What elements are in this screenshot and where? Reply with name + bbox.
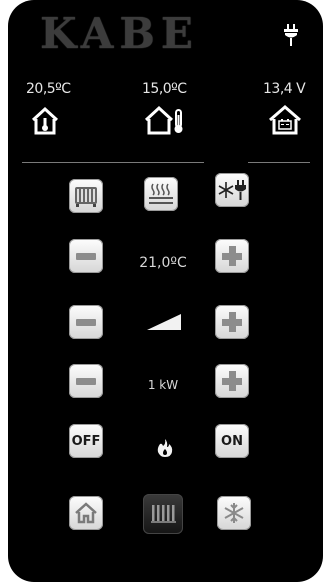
radiator-icon <box>75 187 97 207</box>
heater-nav-button[interactable] <box>143 494 183 534</box>
fan-increase-button[interactable] <box>215 305 249 339</box>
kabe-logo: KABE <box>40 9 199 58</box>
outdoor-temp: 15,0ºC <box>142 81 187 97</box>
off-label: OFF <box>71 433 101 449</box>
indoor-temp: 20,5ºC <box>26 81 71 97</box>
house-thermometer-icon <box>31 106 59 135</box>
plus-icon <box>222 246 242 266</box>
on-button[interactable]: ON <box>215 424 249 458</box>
temp-decrease-button[interactable] <box>69 239 103 273</box>
plus-icon <box>222 312 242 332</box>
home-nav-button[interactable] <box>69 496 103 530</box>
battery-voltage: 13,4 V <box>263 81 306 97</box>
fan-ramp-icon <box>147 314 181 330</box>
home-icon <box>75 502 97 524</box>
house-outdoor-thermometer-icon <box>144 105 183 135</box>
on-label: ON <box>221 433 243 449</box>
power-decrease-button[interactable] <box>69 364 103 398</box>
divider-left <box>22 162 204 163</box>
heater-mode-button[interactable] <box>69 179 103 213</box>
fan-decrease-button[interactable] <box>69 305 103 339</box>
floor-heating-icon <box>149 183 173 204</box>
off-button[interactable]: OFF <box>69 424 103 458</box>
cooling-nav-button[interactable] <box>217 496 251 530</box>
control-panel: KABE 20,5ºC 15,0ºC 13,4 V 21,0ºC 1 kW OF… <box>8 0 323 582</box>
flame-icon <box>157 439 173 457</box>
minus-icon <box>76 318 96 326</box>
plus-icon <box>222 371 242 391</box>
temp-setpoint: 21,0ºC <box>139 255 187 271</box>
power-increase-button[interactable] <box>215 364 249 398</box>
temp-increase-button[interactable] <box>215 239 249 273</box>
floor-heating-button[interactable] <box>144 177 178 211</box>
minus-icon <box>76 377 96 385</box>
radiator-nav-icon <box>151 505 176 523</box>
plug-icon <box>284 24 298 46</box>
minus-icon <box>76 252 96 260</box>
divider-right <box>248 162 310 163</box>
power-level: 1 kW <box>147 378 179 392</box>
snowflake-plug-icon <box>218 180 246 200</box>
ac-mode-button[interactable] <box>215 173 249 207</box>
snowflake-icon <box>224 503 244 523</box>
house-battery-icon <box>269 105 301 135</box>
